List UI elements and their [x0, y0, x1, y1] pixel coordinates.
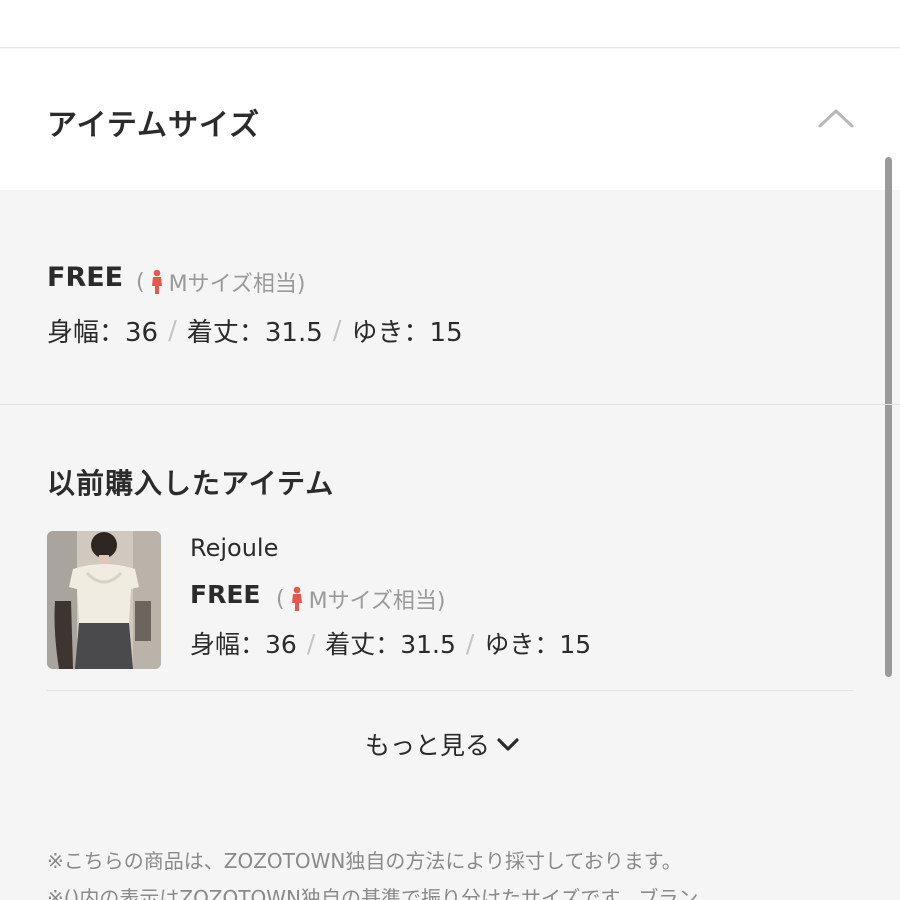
show-more-label: もっと見る [365, 731, 491, 760]
person-icon [151, 269, 162, 294]
note-text: Mサイズ相当) [168, 272, 306, 297]
measurement-length: 着丈：31.5 [325, 630, 456, 659]
note-paren-open: ( [276, 586, 285, 612]
person-icon [291, 586, 302, 611]
scrollbar[interactable] [885, 157, 892, 677]
product-brand[interactable]: Rejoule [190, 534, 278, 562]
separator: / [306, 628, 316, 658]
previous-items-title: 以前購入したアイテム [47, 467, 335, 500]
show-more-button[interactable]: もっと見る [365, 726, 520, 762]
note-text: Mサイズ相当) [308, 589, 446, 614]
product-measurements: 身幅：36 / 着丈：31.5 / ゆき：15 [190, 625, 591, 661]
size-measurements: 身幅：36 / 着丈：31.5 / ゆき：15 [47, 312, 463, 349]
size-name: FREE [47, 262, 124, 293]
measurement-sleeve: ゆき：15 [484, 630, 592, 659]
disclaimer-note: ※こちらの商品は、ZOZOTOWN独自の方法により採寸しております。 [47, 849, 682, 873]
product-size-note: ( Mサイズ相当) [276, 583, 446, 615]
divider [47, 690, 853, 691]
size-equivalent-note: ( Mサイズ相当) [136, 266, 306, 298]
separator: / [332, 315, 342, 346]
chevron-up-icon[interactable] [818, 108, 854, 128]
divider [0, 404, 900, 405]
section-title: アイテムサイズ [47, 108, 261, 143]
measurement-length: 着丈：31.5 [186, 318, 323, 348]
separator: / [465, 628, 475, 658]
product-photo [47, 531, 161, 669]
measurement-sleeve: ゆき：15 [351, 318, 463, 348]
disclaimer-note: ※()内の表示はZOZOTOWN独自の基準で振り分けたサイズです。ブラン [47, 886, 699, 900]
measurement-width: 身幅：36 [47, 318, 159, 348]
product-size: FREE [190, 580, 261, 609]
note-paren-open: ( [136, 269, 145, 295]
top-bar [0, 0, 900, 48]
chevron-down-icon [497, 738, 519, 751]
separator: / [168, 315, 177, 346]
measurement-width: 身幅：36 [190, 630, 297, 659]
product-thumbnail[interactable] [47, 531, 161, 669]
